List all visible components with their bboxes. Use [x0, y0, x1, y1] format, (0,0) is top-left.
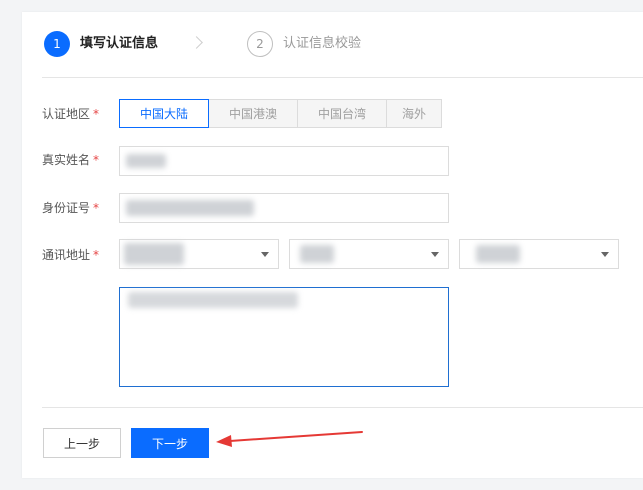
- region-label: 认证地区 *: [42, 107, 99, 121]
- redacted-value: [128, 292, 298, 308]
- id-number-input[interactable]: [119, 193, 449, 223]
- required-mark: *: [93, 201, 100, 215]
- region-tab-taiwan[interactable]: 中国台湾: [297, 99, 387, 128]
- region-tab-overseas[interactable]: 海外: [386, 99, 442, 128]
- address-label-text: 通讯地址: [42, 248, 91, 262]
- step-2-label: 认证信息校验: [283, 36, 362, 51]
- header-divider: [42, 77, 643, 78]
- region-label-text: 认证地区: [42, 107, 91, 121]
- step-2-circle: 2: [247, 31, 273, 57]
- step-2-number: 2: [256, 37, 264, 51]
- province-select[interactable]: [119, 239, 279, 269]
- required-mark: *: [93, 248, 100, 262]
- step-1-label: 填写认证信息: [80, 36, 159, 51]
- region-tabs: 中国大陆 中国港澳 中国台湾 海外: [119, 99, 442, 128]
- id-number-label-text: 身份证号: [42, 201, 91, 215]
- name-input[interactable]: [119, 146, 449, 176]
- district-select[interactable]: [459, 239, 619, 269]
- region-tab-hk-macau[interactable]: 中国港澳: [208, 99, 298, 128]
- footer-divider: [42, 407, 643, 408]
- redacted-value: [476, 245, 520, 263]
- next-step-button[interactable]: 下一步: [131, 428, 209, 458]
- auth-card: 1 填写认证信息 2 认证信息校验 认证地区 * 中国大陆 中国港澳 中国台湾 海…: [22, 12, 643, 478]
- caret-down-icon: [601, 252, 609, 257]
- id-number-label: 身份证号 *: [42, 201, 99, 215]
- arrow-head: [216, 435, 232, 447]
- required-mark: *: [93, 153, 100, 167]
- address-label: 通讯地址 *: [42, 248, 99, 262]
- region-tab-mainland[interactable]: 中国大陆: [119, 99, 209, 128]
- caret-down-icon: [261, 252, 269, 257]
- chevron-right-icon: [190, 36, 203, 49]
- redacted-value: [126, 154, 166, 168]
- arrow-shaft: [229, 431, 363, 442]
- required-mark: *: [93, 107, 100, 121]
- prev-step-button[interactable]: 上一步: [43, 428, 121, 458]
- address-detail-textarea[interactable]: [119, 287, 449, 387]
- step-1-number: 1: [53, 37, 61, 51]
- annotation-arrow: [216, 431, 363, 447]
- redacted-value: [126, 200, 254, 216]
- redacted-value: [124, 243, 184, 265]
- name-label: 真实姓名 *: [42, 153, 99, 167]
- step-1-circle: 1: [44, 31, 70, 57]
- redacted-value: [300, 245, 334, 263]
- city-select[interactable]: [289, 239, 449, 269]
- name-label-text: 真实姓名: [42, 153, 91, 167]
- caret-down-icon: [431, 252, 439, 257]
